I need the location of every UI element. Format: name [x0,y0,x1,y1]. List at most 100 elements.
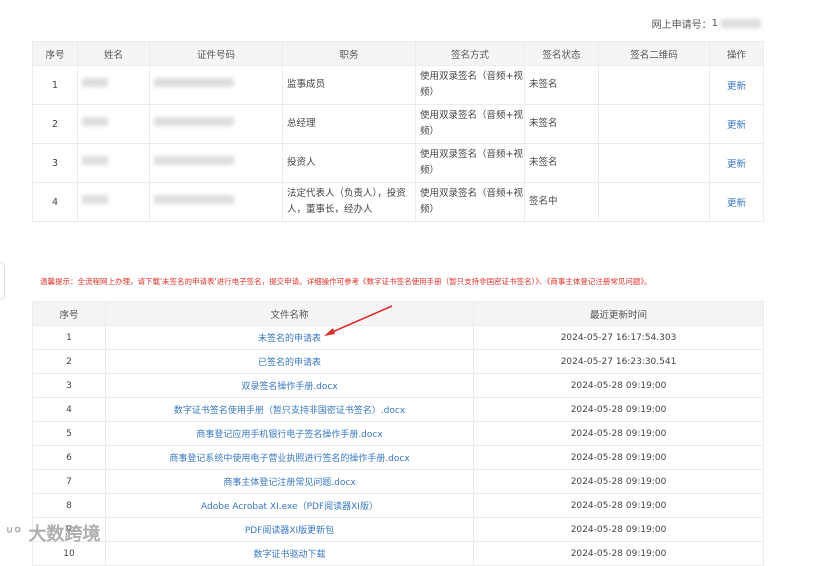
column-header: 签名方式 [415,41,525,66]
file-name-cell: Adobe Acrobat XI.exe（PDF阅读器XI版） [105,493,474,518]
column-header: 序号 [32,41,78,66]
updated-time-cell: 2024-05-28 09:19:00 [473,397,764,422]
file-download-link[interactable]: 商事登记系统中使用电子营业执照进行签名的操作手册.docx [169,454,409,464]
table-row: 1 监事成员 使用双录签名（音频+视频） 未签名 更新 [32,65,764,105]
file-name-cell: 未签名的申请表 [105,325,474,350]
sign-status-cell: 签名中 [524,182,599,222]
name-cell [77,182,150,222]
update-link[interactable]: 更新 [727,81,746,92]
side-tab[interactable] [0,262,5,300]
updated-time-cell: 2024-05-28 09:19:00 [473,517,764,542]
row-number: 5 [32,421,106,446]
column-header: 姓名 [77,41,150,66]
id-number-cell [149,104,283,144]
name-cell [77,143,150,183]
watermark-logo: ᐡ° 大数跨境 [6,524,101,545]
file-name-cell: 商事主体登记注册常见问题.docx [105,469,474,494]
column-header: 操作 [709,41,764,66]
row-number: 8 [32,493,106,518]
qr-code-cell [598,182,710,222]
redacted-id [154,78,234,87]
row-number: 1 [32,325,106,350]
table-row: 3 双录签名操作手册.docx 2024-05-28 09:19:00 [32,373,764,398]
updated-time-cell: 2024-05-28 09:19:00 [473,541,764,566]
action-cell: 更新 [709,182,764,222]
notice-text: 温馨提示：全流程网上办理，请下载'未签名的申请表'进行电子签名，提交申请。详细操… [40,277,652,286]
updated-time-cell: 2024-05-27 16:23:30.541 [473,349,764,374]
column-header: 签名二维码 [598,41,710,66]
updated-time-cell: 2024-05-28 09:19:00 [473,373,764,398]
id-number-cell [149,143,283,183]
column-header: 文件名称 [105,301,474,326]
table-row: 2 已签名的申请表 2024-05-27 16:23:30.541 [32,349,764,374]
app-no-label: 网上申请号： [651,20,712,31]
role-cell: 投资人 [282,143,416,183]
update-link[interactable]: 更新 [727,198,746,209]
file-download-link[interactable]: 双录签名操作手册.docx [241,382,337,392]
sign-method-cell: 使用双录签名（音频+视频） [415,182,525,222]
updated-time-cell: 2024-05-28 09:19:00 [473,493,764,518]
file-download-link[interactable]: 商事登记应用手机银行电子签名操作手册.docx [196,430,382,440]
file-download-link[interactable]: 数字证书签名使用手册（暂只支持非国密证书签名）.docx [174,406,405,416]
column-header: 职务 [282,41,416,66]
column-header: 最近更新时间 [473,301,764,326]
column-header: 签名状态 [524,41,599,66]
action-cell: 更新 [709,65,764,105]
redacted-id [154,195,234,204]
updated-time-cell: 2024-05-28 09:19:00 [473,421,764,446]
file-name-cell: 双录签名操作手册.docx [105,373,474,398]
column-header: 证件号码 [149,41,283,66]
file-download-link[interactable]: Adobe Acrobat XI.exe（PDF阅读器XI版） [201,502,378,512]
redacted-name [82,78,108,87]
table-row: 4 数字证书签名使用手册（暂只支持非国密证书签名）.docx 2024-05-28 … [32,397,764,422]
qr-code-cell [598,65,710,105]
id-number-cell [149,65,283,105]
update-link[interactable]: 更新 [727,159,746,170]
app-no-value: 1 [711,18,718,29]
updated-time-cell: 2024-05-27 16:17:54.303 [473,325,764,350]
file-download-link[interactable]: 已签名的申请表 [258,358,321,368]
name-cell [77,65,150,105]
table-row: 2 总经理 使用双录签名（音频+视频） 未签名 更新 [32,104,764,144]
sign-method-cell: 使用双录签名（音频+视频） [415,65,525,105]
file-download-link[interactable]: 未签名的申请表 [258,334,321,344]
row-number: 2 [32,349,106,374]
redacted-id [154,117,234,126]
sign-status-cell: 未签名 [524,104,599,144]
file-name-cell: 数字证书驱动下载 [105,541,474,566]
file-name-cell: 商事登记系统中使用电子营业执照进行签名的操作手册.docx [105,445,474,470]
sign-status-cell: 未签名 [524,65,599,105]
row-number: 4 [32,397,106,422]
table-row: 6 商事登记系统中使用电子营业执照进行签名的操作手册.docx 2024-05-28… [32,445,764,470]
role-cell: 法定代表人（负责人），投资人，董事长，经办人 [282,182,416,222]
table-row: 9 PDF阅读器XI版更新包 2024-05-28 09:19:00 [32,517,764,542]
file-download-link[interactable]: PDF阅读器XI版更新包 [245,526,334,536]
row-number: 1 [32,65,78,105]
sign-method-cell: 使用双录签名（音频+视频） [415,104,525,144]
table-row: 1 未签名的申请表 2024-05-27 16:17:54.303 [32,325,764,350]
sign-method-cell: 使用双录签名（音频+视频） [415,143,525,183]
file-name-cell: 商事登记应用手机银行电子签名操作手册.docx [105,421,474,446]
update-link[interactable]: 更新 [727,120,746,131]
redacted-name [82,156,108,165]
files-table: 序号 文件名称 最近更新时间 1 未签名的申请表 2024-05-27 16:17:54… [32,301,764,566]
action-cell: 更新 [709,143,764,183]
qr-code-cell [598,104,710,144]
signers-table: 序号 姓名 证件号码 职务 签名方式 签名状态 签名二维码 操作 1 监事成员 使用双录签名（音频… [32,41,764,222]
role-cell: 总经理 [282,104,416,144]
name-cell [77,104,150,144]
redacted-id [154,156,234,165]
id-number-cell [149,182,283,222]
row-number: 6 [32,445,106,470]
role-cell: 监事成员 [282,65,416,105]
row-number: 3 [32,373,106,398]
qr-code-cell [598,143,710,183]
table-row: 3 投资人 使用双录签名（音频+视频） 未签名 更新 [32,143,764,183]
row-number: 4 [32,182,78,222]
table-row: 7 商事主体登记注册常见问题.docx 2024-05-28 09:19:00 [32,469,764,494]
row-number: 7 [32,469,106,494]
table-row: 5 商事登记应用手机银行电子签名操作手册.docx 2024-05-28 09:19… [32,421,764,446]
file-name-cell: 数字证书签名使用手册（暂只支持非国密证书签名）.docx [105,397,474,422]
file-download-link[interactable]: 商事主体登记注册常见问题.docx [223,478,355,488]
table-row: 4 法定代表人（负责人），投资人，董事长，经办人 使用双录签名（音频+视频） 签名中 更… [32,182,764,222]
